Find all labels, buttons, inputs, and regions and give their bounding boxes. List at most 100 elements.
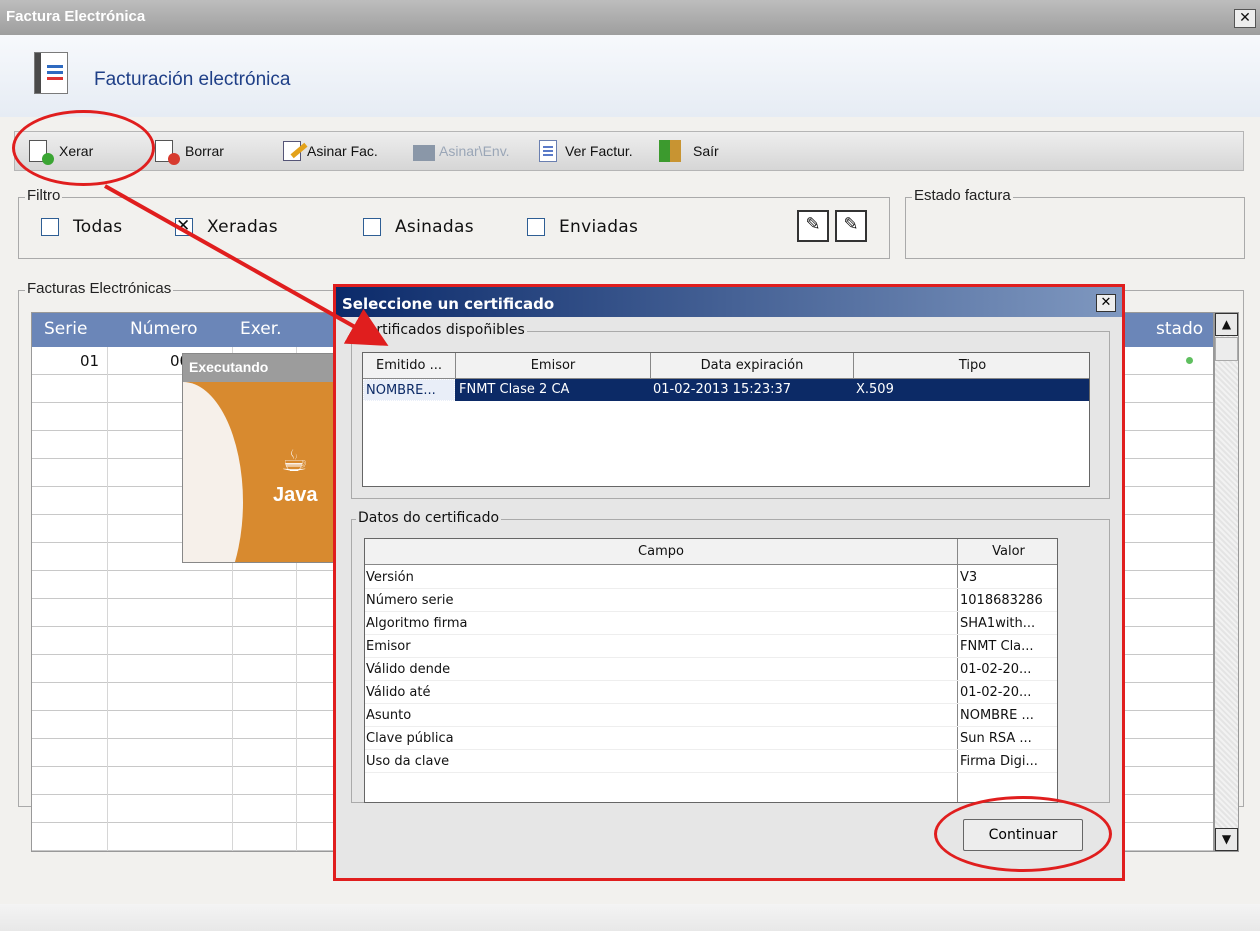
ver-factur-button[interactable]: Ver Factur. <box>539 132 633 170</box>
filter-legend: Filtro <box>25 187 63 204</box>
col-emisor[interactable]: Emisor <box>456 353 651 379</box>
invoices-scrollbar[interactable]: ▲ ▼ <box>1214 312 1239 852</box>
detail-valor: V3 <box>960 570 978 585</box>
filter-enviadas-checkbox[interactable]: Enviadas <box>527 217 638 237</box>
col-valor[interactable]: Valor <box>958 539 1057 565</box>
filter-group: Filtro Todas Xeradas Asinadas Enviadas ✎… <box>18 187 890 259</box>
column-exer[interactable]: Exer. <box>240 319 282 339</box>
splash-title: Executando <box>183 354 341 382</box>
certificates-group: Certificados dispoñibles Emitido ... Emi… <box>351 322 1110 499</box>
detail-row[interactable]: Válido até 01-02-20... <box>365 681 1057 704</box>
cert-emisor: FNMT Clase 2 CA <box>459 382 570 397</box>
checkbox-box-checked[interactable] <box>175 216 193 236</box>
java-cup-icon: ☕ <box>281 444 308 479</box>
column-numero[interactable]: Número <box>130 319 198 339</box>
detail-row[interactable]: Versión V3 <box>365 566 1057 589</box>
sair-label: Saír <box>693 143 719 159</box>
detail-valor: 01-02-20... <box>960 685 1032 700</box>
checkbox-box[interactable] <box>41 218 59 236</box>
filter-xeradas-checkbox[interactable]: Xeradas <box>175 216 278 237</box>
cert-expiracion: 01-02-2013 15:23:37 <box>653 382 792 397</box>
exit-door-icon <box>659 140 681 162</box>
splash-curve <box>183 382 243 562</box>
java-splash-window: Executando ☕ Java <box>182 353 342 563</box>
scroll-down-button[interactable]: ▼ <box>1215 828 1238 851</box>
detail-campo: Válido até <box>366 685 431 700</box>
dialog-title: Seleccione un certificado <box>342 295 555 313</box>
document-filter-icon: ✎ <box>805 214 821 235</box>
xerar-label: Xerar <box>59 143 94 159</box>
filter-asinadas-label: Asinadas <box>395 217 474 237</box>
certificates-legend: Certificados dispoñibles <box>356 322 527 338</box>
borrar-button[interactable]: Borrar <box>155 132 224 170</box>
status-bar <box>0 904 1260 931</box>
col-emitido[interactable]: Emitido ... <box>363 353 456 379</box>
certificate-details-legend: Datos do certificado <box>356 510 502 526</box>
column-serie[interactable]: Serie <box>44 319 87 339</box>
ver-factur-label: Ver Factur. <box>565 143 633 159</box>
detail-valor: FNMT Cla... <box>960 639 1034 654</box>
borrar-label: Borrar <box>185 143 224 159</box>
dialog-titlebar: Seleccione un certificado ✕ <box>336 287 1122 317</box>
col-tipo[interactable]: Tipo <box>854 353 1089 379</box>
window-close-button[interactable]: ✕ <box>1234 9 1256 28</box>
scroll-up-button[interactable]: ▲ <box>1215 313 1238 336</box>
cert-emitido[interactable]: NOMBRE... <box>363 379 455 401</box>
sign-send-icon <box>413 145 435 161</box>
detail-valor: 1018683286 <box>960 593 1043 608</box>
view-invoice-icon <box>539 140 557 162</box>
detail-row[interactable]: Emisor FNMT Cla... <box>365 635 1057 658</box>
detail-campo: Algoritmo firma <box>366 616 468 631</box>
asinar-env-label: Asinar\Env. <box>439 143 510 159</box>
detail-valor: SHA1with... <box>960 616 1036 631</box>
status-dot-icon <box>1186 357 1193 364</box>
detail-valor: Sun RSA ... <box>960 731 1032 746</box>
filter-asinadas-checkbox[interactable]: Asinadas <box>363 217 474 237</box>
detail-row[interactable]: Número serie 1018683286 <box>365 589 1057 612</box>
sair-button[interactable]: Saír <box>659 132 719 170</box>
filter-todas-checkbox[interactable]: Todas <box>41 217 122 237</box>
detail-row[interactable]: Uso da clave Firma Digi... <box>365 750 1057 773</box>
detail-campo: Clave pública <box>366 731 454 746</box>
new-document-icon <box>29 140 54 165</box>
window-title: Factura Electrónica <box>6 8 146 25</box>
detail-campo: Uso da clave <box>366 754 450 769</box>
dialog-close-button[interactable]: ✕ <box>1096 294 1116 312</box>
certificate-details-table[interactable]: Campo Valor Versión V3 Número serie 101868… <box>364 538 1058 803</box>
certificate-row-selected[interactable]: NOMBRE... FNMT Clase 2 CA 01-02-2013 15:… <box>363 379 1089 401</box>
detail-valor: NOMBRE ... <box>960 708 1034 723</box>
filter-todas-label: Todas <box>73 217 123 237</box>
header: Facturación electrónica <box>0 35 1260 117</box>
row1-serie[interactable]: 01 <box>80 352 99 370</box>
sign-pen-icon <box>283 141 301 161</box>
ledger-icon <box>34 52 68 94</box>
detail-valor: 01-02-20... <box>960 662 1032 677</box>
delete-document-icon <box>155 140 180 165</box>
scroll-thumb[interactable] <box>1215 337 1238 361</box>
xerar-button[interactable]: Xerar <box>29 132 93 170</box>
detail-campo: Número serie <box>366 593 454 608</box>
certificates-table[interactable]: Emitido ... Emisor Data expiración Tipo … <box>362 352 1090 487</box>
asinar-env-button[interactable]: Asinar\Env. <box>413 132 510 170</box>
filter-enviadas-label: Enviadas <box>559 217 639 237</box>
detail-row[interactable]: Válido dende 01-02-20... <box>365 658 1057 681</box>
detail-row[interactable]: Algoritmo firma SHA1with... <box>365 612 1057 635</box>
detail-row[interactable]: Asunto NOMBRE ... <box>365 704 1057 727</box>
col-data-expiracion[interactable]: Data expiración <box>651 353 854 379</box>
continuar-button[interactable]: Continuar <box>963 819 1083 851</box>
toolbar: Xerar Borrar Asinar Fac. Asinar\Env. Ver… <box>14 131 1244 171</box>
detail-row[interactable]: Clave pública Sun RSA ... <box>365 727 1057 750</box>
filter-clear-button[interactable]: ✎ <box>835 210 867 242</box>
java-logo-text: Java <box>273 484 318 506</box>
window-titlebar: Factura Electrónica ✕ <box>0 0 1260 35</box>
invoice-status-legend: Estado factura <box>912 187 1013 204</box>
col-campo[interactable]: Campo <box>365 539 958 565</box>
filter-apply-button[interactable]: ✎ <box>797 210 829 242</box>
column-estado[interactable]: stado <box>1156 319 1203 339</box>
filter-xeradas-label: Xeradas <box>207 217 278 237</box>
checkbox-box[interactable] <box>527 218 545 236</box>
asinar-fac-button[interactable]: Asinar Fac. <box>283 132 378 170</box>
asinar-fac-label: Asinar Fac. <box>307 143 378 159</box>
detail-campo: Versión <box>366 570 414 585</box>
checkbox-box[interactable] <box>363 218 381 236</box>
